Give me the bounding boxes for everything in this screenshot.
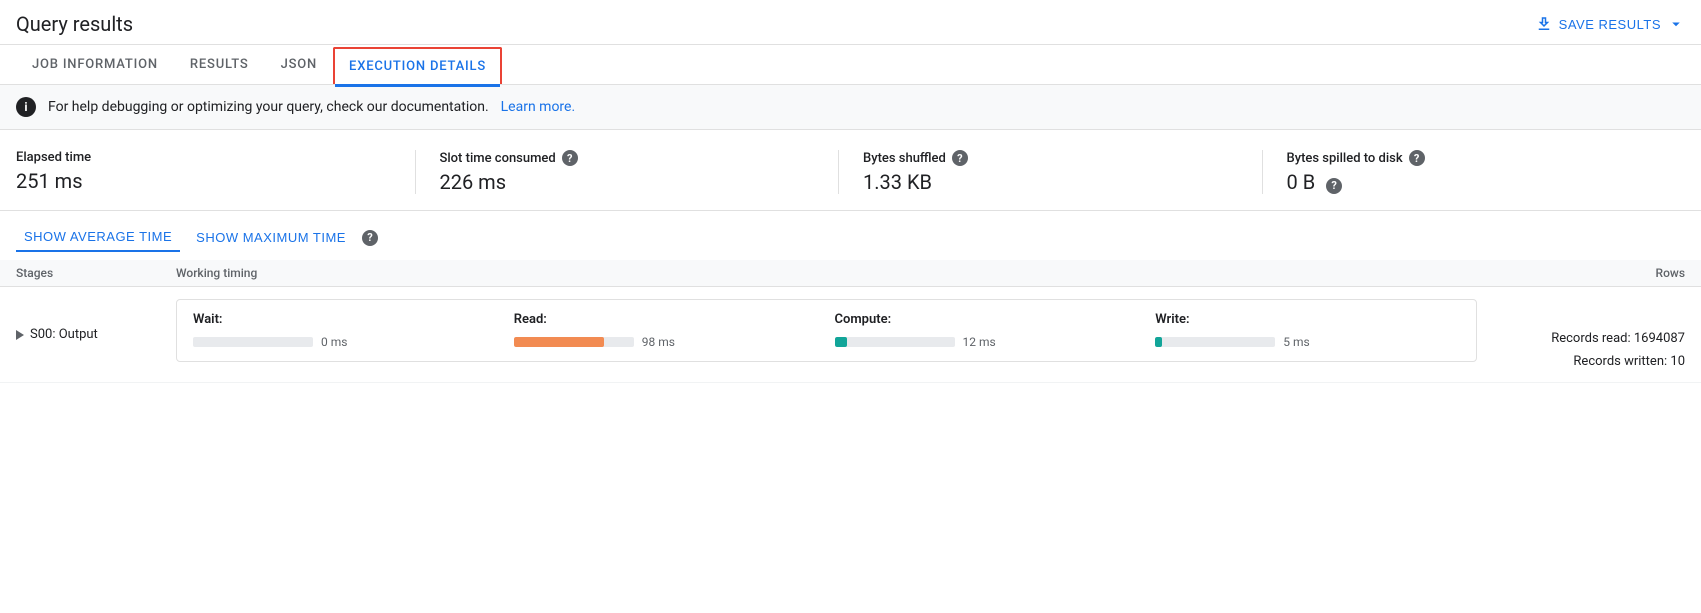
timing-wait-label: Wait: <box>193 312 498 327</box>
stat-slot-label: Slot time consumed ? <box>440 150 815 166</box>
stat-bytes-spilled-value: 0 B ? <box>1287 170 1662 194</box>
tab-execution-details[interactable]: EXECUTION DETAILS <box>333 47 502 84</box>
stat-bytes-spilled: Bytes spilled to disk ? 0 B ? <box>1287 150 1686 194</box>
stat-bytes-shuffled: Bytes shuffled ? 1.33 KB <box>863 150 1262 194</box>
col-header-rows: Rows <box>1485 266 1685 280</box>
timing-write: Write: 5 ms <box>1155 312 1460 349</box>
stat-slot-value: 226 ms <box>440 170 815 194</box>
info-banner: i For help debugging or optimizing your … <box>0 85 1701 130</box>
stat-elapsed-value: 251 ms <box>16 169 391 193</box>
header: Query results SAVE RESULTS <box>0 0 1701 45</box>
records-written: Records written: 10 <box>1485 350 1685 373</box>
timing-wait: Wait: 0 ms <box>193 312 498 349</box>
stat-bytes-shuffled-value: 1.33 KB <box>863 170 1238 194</box>
stat-bytes-shuffled-label: Bytes shuffled ? <box>863 150 1238 166</box>
stages-table-header: Stages Working timing Rows <box>0 260 1701 287</box>
timing-write-bar-row: 5 ms <box>1155 335 1460 349</box>
info-text: For help debugging or optimizing your qu… <box>48 99 489 115</box>
stat-divider-2 <box>838 150 839 194</box>
stat-divider-1 <box>415 150 416 194</box>
timing-read: Read: 98 ms <box>514 312 819 349</box>
timing-grid: Wait: 0 ms Read: 98 ms <box>193 312 1460 349</box>
stats-row: Elapsed time 251 ms Slot time consumed ?… <box>0 130 1701 211</box>
rows-info: Records read: 1694087 Records written: 1… <box>1485 295 1685 374</box>
learn-more-link[interactable]: Learn more. <box>501 99 576 115</box>
timing-compute-value: 12 ms <box>963 335 996 349</box>
tab-results[interactable]: RESULTS <box>174 45 265 84</box>
timing-write-bar-track <box>1155 337 1275 347</box>
timing-read-bar-track <box>514 337 634 347</box>
download-icon <box>1535 15 1553 33</box>
save-results-button[interactable]: SAVE RESULTS <box>1535 15 1685 33</box>
timing-compute-label: Compute: <box>835 312 1140 327</box>
timing-read-bar-fill <box>514 337 604 347</box>
expand-stage-icon[interactable] <box>16 330 24 340</box>
stat-elapsed-time: Elapsed time 251 ms <box>16 150 415 194</box>
page-title: Query results <box>16 12 133 36</box>
timing-write-label: Write: <box>1155 312 1460 327</box>
dropdown-arrow-icon <box>1667 15 1685 33</box>
table-row: S00: Output Wait: 0 ms Read: <box>0 287 1701 383</box>
stat-elapsed-label: Elapsed time <box>16 150 391 165</box>
stat-slot-time: Slot time consumed ? 226 ms <box>440 150 839 194</box>
tabs-container: JOB INFORMATION RESULTS JSON EXECUTION D… <box>0 45 1701 85</box>
tab-job-information[interactable]: JOB INFORMATION <box>16 45 174 84</box>
stage-name: S00: Output <box>16 295 176 342</box>
slot-time-help-icon[interactable]: ? <box>562 150 578 166</box>
timing-wait-bar-track <box>193 337 313 347</box>
bytes-spilled-value-help-icon[interactable]: ? <box>1326 178 1342 194</box>
toggle-help-icon[interactable]: ? <box>362 230 378 246</box>
info-icon: i <box>16 97 36 117</box>
show-average-time-button[interactable]: SHOW AVERAGE TIME <box>16 223 180 252</box>
timing-read-label: Read: <box>514 312 819 327</box>
timing-read-value: 98 ms <box>642 335 675 349</box>
timing-compute: Compute: 12 ms <box>835 312 1140 349</box>
show-maximum-time-button[interactable]: SHOW MAXIMUM TIME <box>188 224 354 251</box>
bytes-shuffled-help-icon[interactable]: ? <box>952 150 968 166</box>
timing-area: Wait: 0 ms Read: 98 ms <box>176 299 1477 362</box>
stages-table: Stages Working timing Rows S00: Output W… <box>0 260 1701 383</box>
col-header-timing: Working timing <box>176 266 1485 280</box>
records-read: Records read: 1694087 <box>1485 327 1685 350</box>
timing-write-bar-fill <box>1155 337 1162 347</box>
col-header-stages: Stages <box>16 266 176 280</box>
timing-compute-bar-fill <box>835 337 847 347</box>
timing-compute-bar-track <box>835 337 955 347</box>
timing-compute-bar-row: 12 ms <box>835 335 1140 349</box>
stat-divider-3 <box>1262 150 1263 194</box>
timing-wait-value: 0 ms <box>321 335 347 349</box>
bytes-spilled-help-icon[interactable]: ? <box>1409 150 1425 166</box>
timing-write-value: 5 ms <box>1283 335 1309 349</box>
timing-read-bar-row: 98 ms <box>514 335 819 349</box>
tab-json[interactable]: JSON <box>265 45 333 84</box>
toggle-row: SHOW AVERAGE TIME SHOW MAXIMUM TIME ? <box>0 211 1701 260</box>
stat-bytes-spilled-label: Bytes spilled to disk ? <box>1287 150 1662 166</box>
timing-wait-bar-row: 0 ms <box>193 335 498 349</box>
